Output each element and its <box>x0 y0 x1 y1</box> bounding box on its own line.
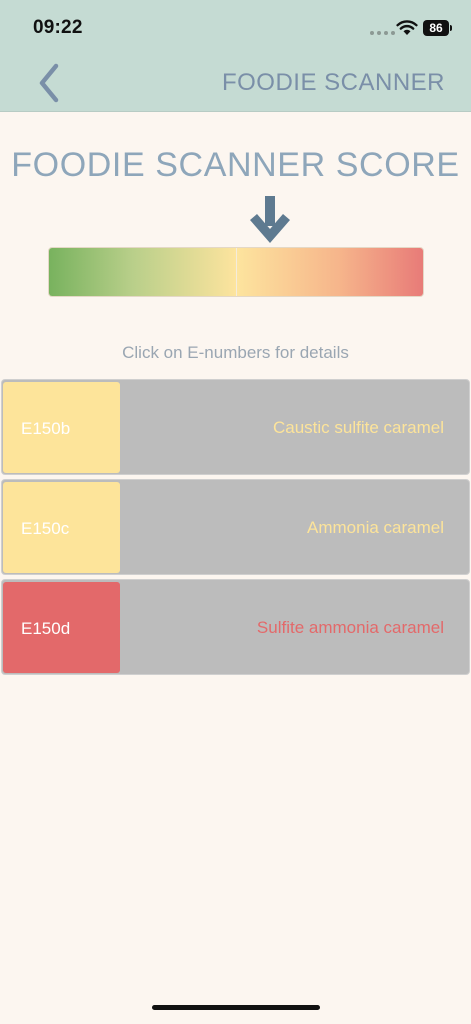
score-title: FOODIE SCANNER SCORE <box>11 146 460 184</box>
back-button[interactable] <box>36 62 66 104</box>
score-scale-bar <box>48 247 424 297</box>
additive-name: Sulfite ammonia caramel <box>256 618 444 637</box>
signal-dots-icon <box>370 31 395 35</box>
status-time: 09:22 <box>33 17 83 38</box>
additive-code: E150b <box>21 419 71 438</box>
nav-title: FOODIE SCANNER <box>221 69 445 96</box>
additive-row-e150c[interactable]: E150c Ammonia caramel <box>1 479 470 575</box>
additive-row-e150b[interactable]: E150b Caustic sulfite caramel <box>1 379 470 475</box>
additive-name: Ammonia caramel <box>307 518 444 537</box>
wifi-icon <box>396 20 418 35</box>
chevron-left-icon <box>39 63 59 103</box>
arrow-down-icon <box>250 196 290 243</box>
home-indicator <box>152 1005 320 1010</box>
additive-row-e150d[interactable]: E150d Sulfite ammonia caramel <box>1 579 470 675</box>
score-scale-good <box>49 248 236 296</box>
details-hint: Click on E-numbers for details <box>122 343 349 362</box>
battery-icon: 86 <box>423 20 449 36</box>
battery-cap <box>450 25 452 31</box>
score-scale-bad <box>236 248 423 296</box>
additive-code: E150d <box>21 619 71 638</box>
app-header: 09:22 86 FOODIE SCANNER <box>0 0 471 112</box>
additive-list: E150b Caustic sulfite caramel E150c Ammo… <box>1 379 470 679</box>
additive-name: Caustic sulfite caramel <box>272 418 444 437</box>
additive-code: E150c <box>21 519 70 538</box>
